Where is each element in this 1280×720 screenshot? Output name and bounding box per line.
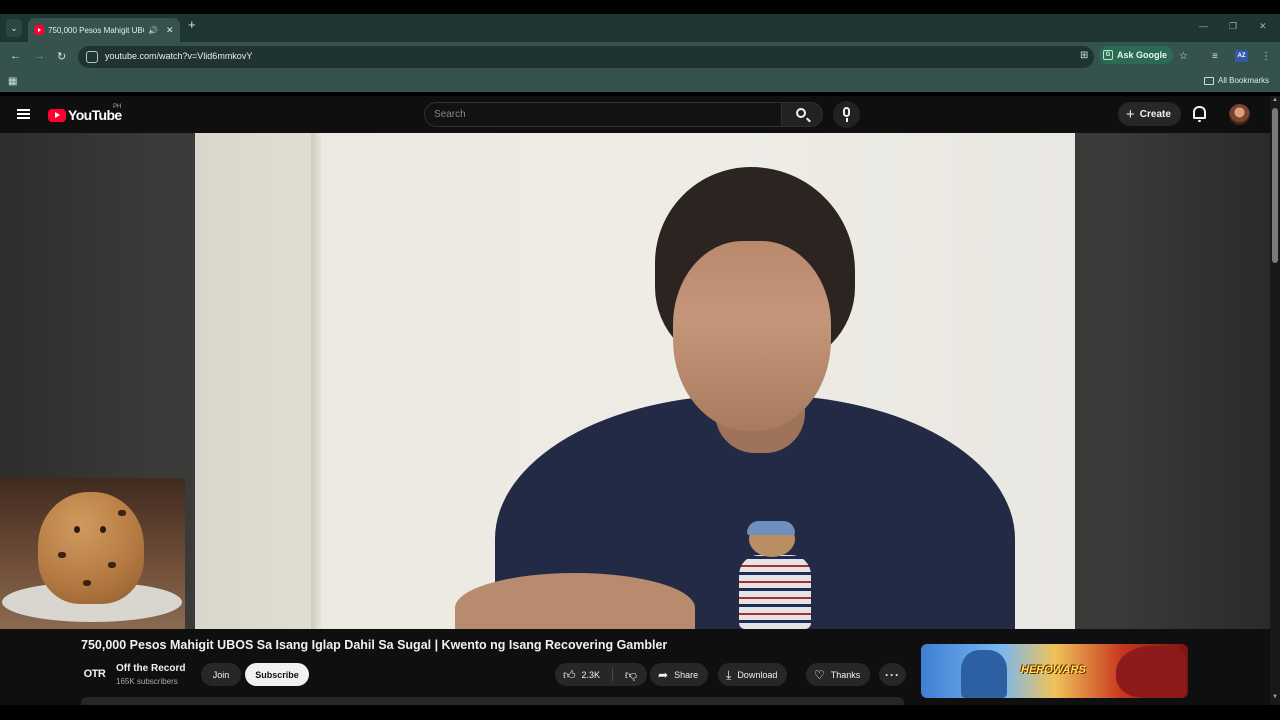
bear-hat: [747, 521, 795, 535]
super-thanks-icon: ♡: [814, 667, 825, 682]
youtube-play-icon: [48, 108, 66, 122]
scroll-down-arrow-icon[interactable]: ▼: [1272, 694, 1278, 700]
more-actions-button[interactable]: ···: [879, 663, 906, 686]
create-label: Create: [1139, 108, 1171, 120]
restore-icon[interactable]: ❐: [1229, 21, 1237, 32]
join-button[interactable]: Join: [201, 663, 241, 686]
tab-title: 750,000 Pesos Mahigit UBOS: [48, 25, 144, 35]
active-tab[interactable]: 750,000 Pesos Mahigit UBOS 🔊 ✕: [28, 18, 180, 42]
reading-list-icon[interactable]: ≡: [1212, 51, 1218, 62]
thanks-label: Thanks: [830, 669, 861, 680]
dislike-button[interactable]: 👎︎: [617, 663, 645, 686]
scroll-thumb[interactable]: [1272, 108, 1278, 263]
create-button[interactable]: + Create: [1118, 102, 1181, 126]
cookie-character: [38, 492, 144, 604]
thumbs-down-icon: 👎︎: [624, 667, 638, 682]
ad-logo-text: HEROWARS: [1021, 664, 1086, 676]
browser-toolbar: ← → ↻ youtube.com/watch?v=Vlid6mmkovY ⊞ …: [0, 42, 1280, 72]
download-button[interactable]: ⤓ Download: [718, 663, 788, 686]
region-code: PH: [113, 104, 122, 110]
tab-audio-icon[interactable]: 🔊: [148, 26, 158, 35]
install-app-icon[interactable]: ⊞: [1080, 50, 1088, 61]
like-dislike-group: 👍︎ 2.3K 👎︎: [555, 663, 647, 686]
folder-icon: [1204, 76, 1214, 85]
search-icon: [796, 108, 806, 118]
apps-grid-icon[interactable]: ▦: [8, 76, 17, 87]
like-count: 2.3K: [581, 669, 601, 680]
guide-menu-icon[interactable]: [17, 109, 30, 119]
account-avatar[interactable]: [1229, 104, 1250, 125]
minimize-icon[interactable]: —: [1199, 21, 1208, 31]
share-arrow-icon: ➦: [658, 667, 669, 682]
back-icon[interactable]: ←: [10, 50, 21, 62]
all-bookmarks-label: All Bookmarks: [1218, 76, 1270, 85]
window-top-edge: [0, 0, 1280, 14]
wall-corner: [311, 133, 321, 629]
menu-kebab-icon[interactable]: ⋮: [1261, 51, 1271, 62]
scroll-up-arrow-icon[interactable]: ▲: [1272, 97, 1278, 103]
chocolate-chip: [58, 552, 66, 558]
search-input[interactable]: Search: [424, 102, 782, 127]
site-info-icon[interactable]: [86, 51, 98, 63]
miniplayer-thumbnail[interactable]: [0, 478, 185, 629]
youtube-logo[interactable]: YouTube: [48, 107, 122, 123]
ask-google-button[interactable]: G Ask Google: [1099, 46, 1174, 64]
ad-hero-character: [961, 650, 1007, 698]
bookmarks-bar: ▦ All Bookmarks: [0, 72, 1280, 92]
microphone-icon: [843, 107, 850, 117]
download-label: Download: [737, 669, 778, 680]
tab-search-button[interactable]: ⌄: [6, 19, 22, 37]
google-lens-icon: G: [1103, 50, 1113, 60]
share-button[interactable]: ➦ Share: [650, 663, 709, 686]
video-title: 750,000 Pesos Mahigit UBOS Sa Isang Igla…: [81, 638, 668, 652]
close-window-icon[interactable]: ✕: [1259, 21, 1267, 32]
bookmark-star-icon[interactable]: ☆: [1179, 51, 1188, 62]
youtube-favicon-icon: [34, 25, 44, 35]
voice-search-button[interactable]: [833, 101, 860, 128]
video-player[interactable]: [195, 133, 1075, 629]
thumbs-up-icon: 👍︎: [563, 667, 576, 682]
ad-banner[interactable]: HEROWARS: [921, 644, 1188, 698]
bear-print: [735, 521, 815, 629]
person-face: [673, 241, 831, 431]
address-bar[interactable]: youtube.com/watch?v=Vlid6mmkovY ⊞: [78, 46, 1094, 68]
chocolate-chip: [83, 580, 91, 586]
chocolate-chip: [118, 510, 126, 516]
page-scrollbar[interactable]: ▲ ▼: [1270, 96, 1280, 705]
tab-strip: ⌄ 750,000 Pesos Mahigit UBOS 🔊 ✕ + — ❐ ✕: [0, 14, 1280, 42]
subscribe-button[interactable]: Subscribe: [245, 663, 309, 686]
window-bottom-edge: [0, 705, 1280, 720]
microphone-stand: [845, 118, 848, 122]
plus-icon: +: [1126, 105, 1135, 123]
tab-close-icon[interactable]: ✕: [166, 25, 174, 36]
subscriber-count: 165K subscribers: [116, 677, 178, 686]
reload-icon[interactable]: ↻: [57, 50, 66, 63]
download-icon: ⤓: [726, 667, 732, 682]
extension-icon[interactable]: AZ: [1235, 50, 1248, 62]
new-tab-button[interactable]: +: [188, 17, 196, 32]
forward-icon[interactable]: →: [34, 50, 45, 62]
description-box[interactable]: [81, 697, 904, 705]
url-text[interactable]: youtube.com/watch?v=Vlid6mmkovY: [105, 51, 252, 61]
cookie-eye-right: [100, 526, 106, 533]
notifications-bell-icon[interactable]: [1193, 106, 1206, 122]
channel-avatar[interactable]: OTR: [81, 663, 108, 685]
share-label: Share: [674, 669, 699, 680]
thanks-button[interactable]: ♡ Thanks: [806, 663, 871, 686]
like-divider: [612, 668, 613, 681]
cookie-eye-left: [74, 526, 80, 533]
channel-name[interactable]: Off the Record: [116, 663, 185, 674]
all-bookmarks-button[interactable]: All Bookmarks: [1204, 76, 1269, 85]
search-placeholder: Search: [434, 109, 466, 120]
youtube-header: YouTube PH Search + Create: [0, 96, 1270, 133]
ad-dragon-character: [1116, 646, 1186, 698]
bear-sweater: [739, 555, 811, 629]
chocolate-chip: [108, 562, 116, 568]
ask-google-label: Ask Google: [1117, 50, 1168, 60]
like-button[interactable]: 👍︎ 2.3K: [555, 663, 610, 686]
search-button[interactable]: [781, 102, 823, 127]
